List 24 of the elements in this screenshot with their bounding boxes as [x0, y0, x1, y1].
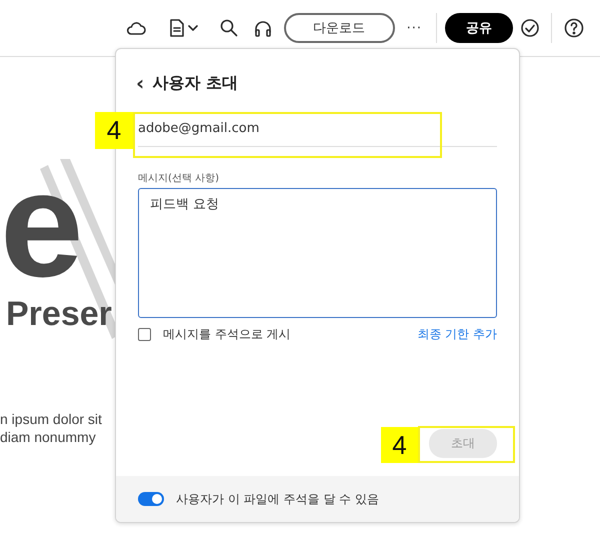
deadline-link[interactable]: 최종 기한 추가 [417, 326, 497, 343]
checkbox[interactable] [138, 328, 151, 341]
checkbox-label: 메시지를 주석으로 게시 [163, 326, 292, 343]
body-text: diam nonummy [0, 428, 97, 446]
body-text: n ipsum dolor sit [0, 410, 103, 428]
cloud-icon[interactable] [126, 21, 146, 35]
toggle-switch[interactable] [138, 492, 164, 506]
headphones-icon[interactable] [254, 20, 272, 36]
share-button[interactable]: 공유 [445, 13, 513, 43]
download-button[interactable]: 다운로드 [284, 13, 395, 43]
help-icon[interactable] [564, 18, 584, 38]
step-badge: 4 [381, 427, 418, 463]
field-label: 메시지(선택 사항) [138, 172, 220, 185]
step-badge: 4 [95, 112, 133, 149]
search-icon[interactable] [220, 19, 238, 37]
dialog-title: 사용자 초대 [152, 72, 238, 94]
more-button[interactable]: ··· [406, 20, 422, 36]
message-field[interactable]: 피드백 요청 [138, 188, 497, 318]
toggle-label: 사용자가 이 파일에 주석을 달 수 있음 [176, 490, 379, 508]
email-field[interactable]: adobe@gmail.com [138, 109, 497, 147]
check-circle-icon[interactable] [521, 19, 539, 37]
document-icon[interactable] [170, 19, 184, 37]
chevron-down-icon[interactable] [188, 25, 198, 31]
back-button[interactable]: ‹ [136, 71, 144, 95]
